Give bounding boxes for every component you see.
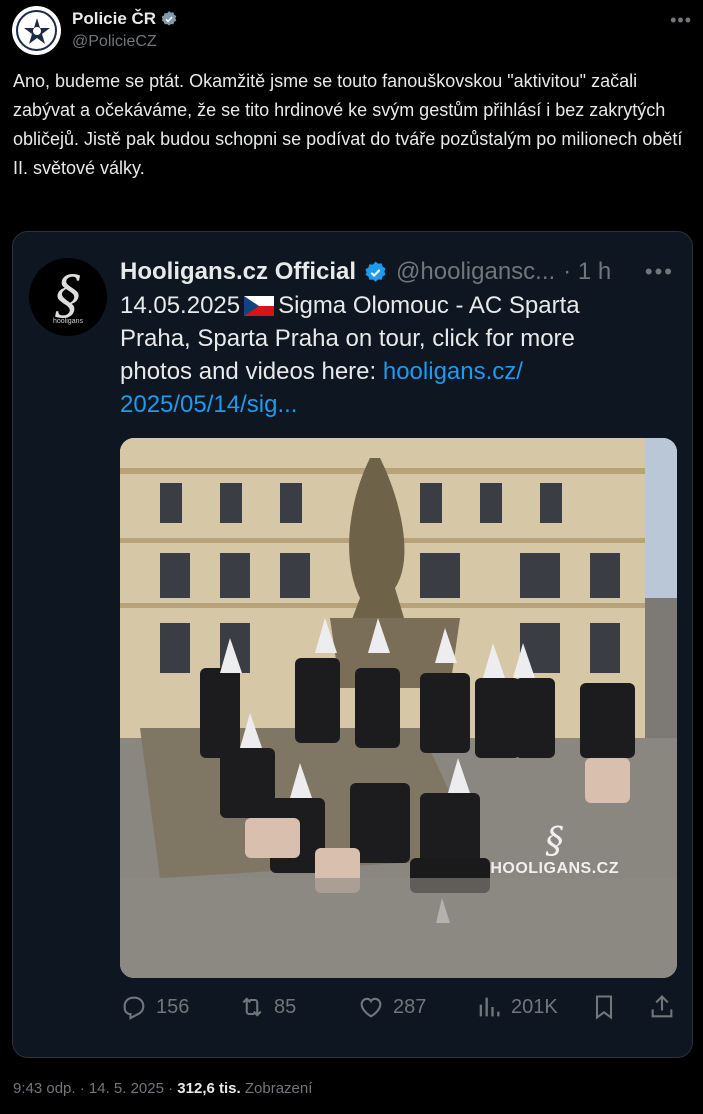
author-avatar[interactable]	[12, 6, 61, 55]
views-label: Zobrazení	[244, 1080, 313, 1097]
more-icon[interactable]: •••	[645, 259, 674, 285]
reply-icon	[123, 996, 145, 1020]
views-icon	[479, 997, 500, 1017]
views-total: 312,6 tis.	[177, 1080, 241, 1097]
czech-flag-icon	[244, 296, 275, 316]
like-count: 287	[393, 995, 427, 1018]
quoted-tweet[interactable]: § hooligans Hooligans.cz Official @hooli…	[12, 231, 693, 1058]
verified-badge-icon	[365, 261, 386, 282]
tweet-text: Ano, budeme se ptát. Okamžitě jsme se to…	[13, 71, 683, 178]
repost-button[interactable]: 85	[238, 993, 296, 1021]
quoted-tweet-text: 14.05.2025 Sigma Olomouc - AC Sparta Pra…	[120, 289, 640, 421]
reply-button[interactable]: 156	[120, 993, 189, 1021]
author-name[interactable]: Policie ČR	[72, 9, 178, 29]
verified-badge-icon	[161, 11, 177, 26]
reply-count: 156	[156, 995, 190, 1018]
repost-count: 85	[274, 995, 297, 1018]
police-star-icon	[23, 17, 50, 44]
photo-watermark: § HOOLIGANS.CZ	[490, 824, 619, 878]
tweet-timestamp[interactable]: 9:43 odp. · 14. 5. 2025 ·	[13, 1080, 173, 1097]
like-icon	[360, 997, 382, 1018]
quoted-tweet-date: 14.05.2025	[120, 292, 241, 319]
quoted-tweet-time[interactable]: · 1 h	[563, 258, 611, 286]
share-icon	[651, 995, 673, 1018]
bookmark-icon	[595, 995, 613, 1020]
tweet-header: Policie ČR @PolicieCZ •••	[12, 6, 692, 56]
action-bar: 156 85 287 201K	[120, 992, 680, 1022]
repost-icon	[242, 997, 262, 1017]
watermark-text: HOOLIGANS.CZ	[490, 860, 619, 877]
author-handle[interactable]: @PolicieCZ	[72, 33, 157, 51]
share-button[interactable]	[648, 993, 684, 1021]
views-button[interactable]: 201K	[475, 993, 558, 1021]
like-button[interactable]: 287	[357, 993, 426, 1021]
tweet-photo[interactable]: § HOOLIGANS.CZ	[120, 438, 677, 978]
more-icon[interactable]: •••	[670, 10, 692, 31]
quoted-author-avatar[interactable]: § hooligans	[29, 258, 107, 336]
tweet-footer: 9:43 odp. · 14. 5. 2025 · 312,6 tis. Zob…	[13, 1080, 312, 1097]
photo-scene	[120, 438, 677, 978]
quoted-author-name-text: Hooligans.cz Official	[120, 258, 357, 285]
watermark-logo-icon: §	[545, 821, 564, 862]
avatar-logo-text: hooligans	[53, 317, 83, 325]
avatar-logo-icon: §	[55, 265, 81, 326]
views-count: 201K	[511, 995, 558, 1018]
quoted-author-name[interactable]: Hooligans.cz Official @hooligansc... · 1…	[120, 258, 611, 286]
bookmark-button[interactable]	[590, 993, 626, 1021]
author-name-text: Policie ČR	[72, 9, 157, 28]
quoted-author-handle[interactable]: @hooligansc...	[396, 258, 555, 286]
